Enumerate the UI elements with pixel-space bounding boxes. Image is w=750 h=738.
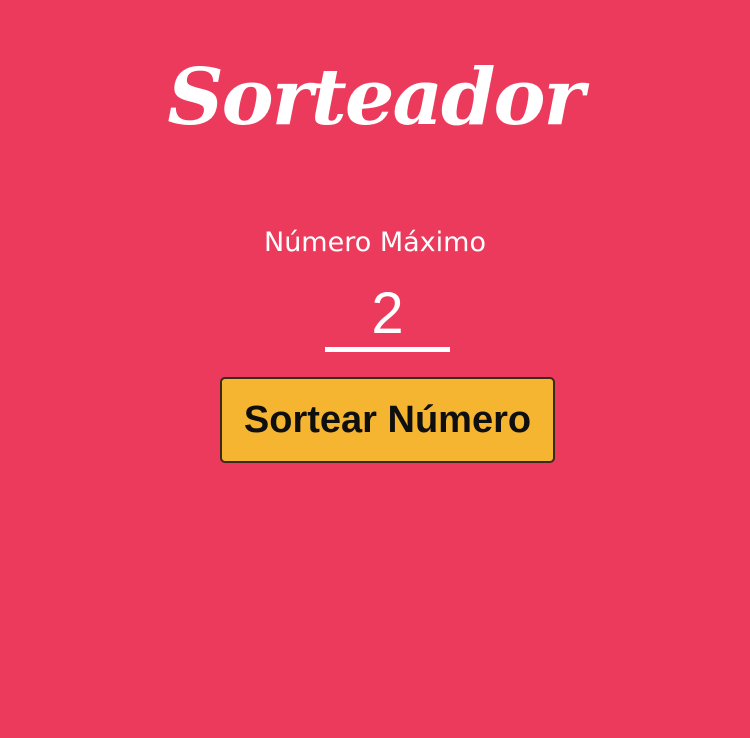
max-number-label: Número Máximo xyxy=(264,227,486,258)
app-container: Sorteador Número Máximo Sortear Número xyxy=(0,0,750,738)
app-title: Sorteador xyxy=(167,52,584,143)
draw-number-button[interactable]: Sortear Número xyxy=(220,377,555,463)
max-number-input[interactable] xyxy=(325,280,450,352)
